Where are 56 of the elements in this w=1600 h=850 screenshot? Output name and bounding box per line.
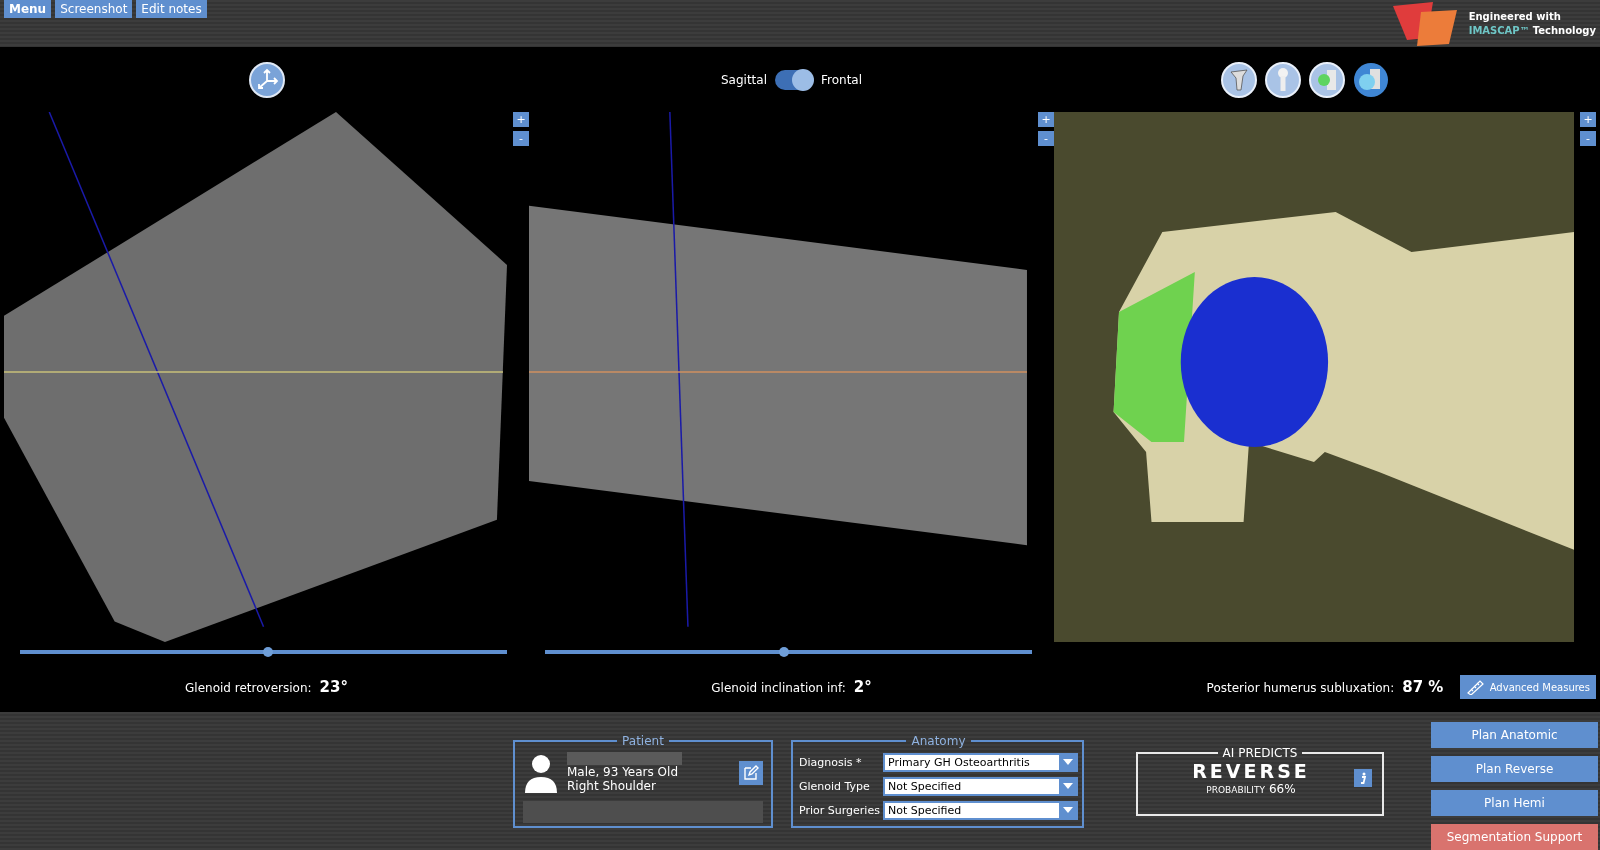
advanced-measures-button[interactable]: Advanced Measures — [1459, 675, 1596, 699]
toggle-label: Frontal — [821, 72, 863, 87]
zoom-button[interactable]: - — [513, 131, 529, 146]
toolbar-button[interactable]: Screenshot — [55, 0, 133, 18]
measure-label: Glenoid retroversion: — [185, 681, 312, 695]
zoom-button[interactable]: - — [1038, 131, 1054, 146]
caret-icon — [1062, 807, 1073, 813]
measure-label: Glenoid inclination inf: — [711, 681, 846, 695]
section-title: AI PREDICTS — [1221, 746, 1299, 760]
field-label: Diagnosis * — [799, 755, 863, 769]
measure-label: Posterior humerus subluxation: — [1206, 681, 1395, 695]
info-icon[interactable] — [1354, 769, 1372, 787]
zoom-button[interactable]: + — [1038, 112, 1054, 127]
logo-brand: IMASCAP™ — [1468, 24, 1530, 38]
dropdown-field[interactable]: Not Specified — [883, 776, 1078, 796]
logo-icon — [1392, 2, 1459, 46]
caret-icon — [1062, 783, 1073, 789]
zoom-button[interactable]: - — [1580, 131, 1596, 146]
logo-tagline: Technology — [1532, 24, 1596, 38]
section-title: Patient — [621, 734, 665, 748]
patient-info: Male, 93 Years Old — [567, 765, 679, 779]
axes-icon[interactable] — [248, 61, 285, 98]
zoom-button[interactable]: + — [513, 112, 529, 127]
field-label: Glenoid Type — [799, 779, 871, 793]
section-title: Anatomy — [910, 734, 967, 748]
prediction-result: REVERSE — [1192, 760, 1310, 782]
slice-slider[interactable] — [20, 650, 507, 654]
patient-info: Right Shoulder — [567, 779, 657, 793]
dropdown-field[interactable]: Primary GH Osteoarthritis — [883, 752, 1078, 772]
toolbar-button[interactable]: Menu — [4, 0, 52, 18]
zoom-button[interactable]: + — [1580, 112, 1596, 127]
dropdown-field[interactable]: Not Specified — [883, 800, 1078, 820]
probability-value: 66% — [1268, 782, 1296, 796]
logo-tagline: Engineered with — [1468, 10, 1562, 24]
field-label: Prior Surgeries — [799, 803, 879, 817]
toolbar-button[interactable]: Edit notes — [136, 0, 207, 18]
view-toggle[interactable] — [775, 69, 813, 90]
edit-button[interactable] — [739, 760, 763, 785]
person-silhouette-icon — [523, 752, 559, 793]
humerus-view-icon[interactable] — [1265, 61, 1301, 98]
toggle-label: Sagittal — [720, 72, 767, 87]
slider-thumb[interactable] — [778, 647, 789, 657]
slice-slider[interactable] — [545, 650, 1032, 654]
measure-value: 87 % — [1402, 678, 1444, 696]
measure-value: 23° — [319, 678, 348, 696]
joint-view-icon[interactable] — [1309, 61, 1345, 98]
action-button[interactable]: Plan Anatomic — [1431, 722, 1598, 748]
slider-thumb[interactable] — [263, 647, 274, 657]
action-button[interactable]: Plan Hemi — [1431, 790, 1598, 816]
measure-value: 2° — [853, 678, 872, 696]
probability-label: PROBABILITY — [1206, 785, 1265, 795]
caret-icon — [1062, 759, 1073, 765]
action-button[interactable]: Segmentation Support — [1431, 824, 1598, 850]
action-button[interactable]: Plan Reverse — [1431, 756, 1598, 782]
ruler-icon — [1465, 679, 1484, 695]
model-view-icon[interactable] — [1353, 61, 1389, 98]
